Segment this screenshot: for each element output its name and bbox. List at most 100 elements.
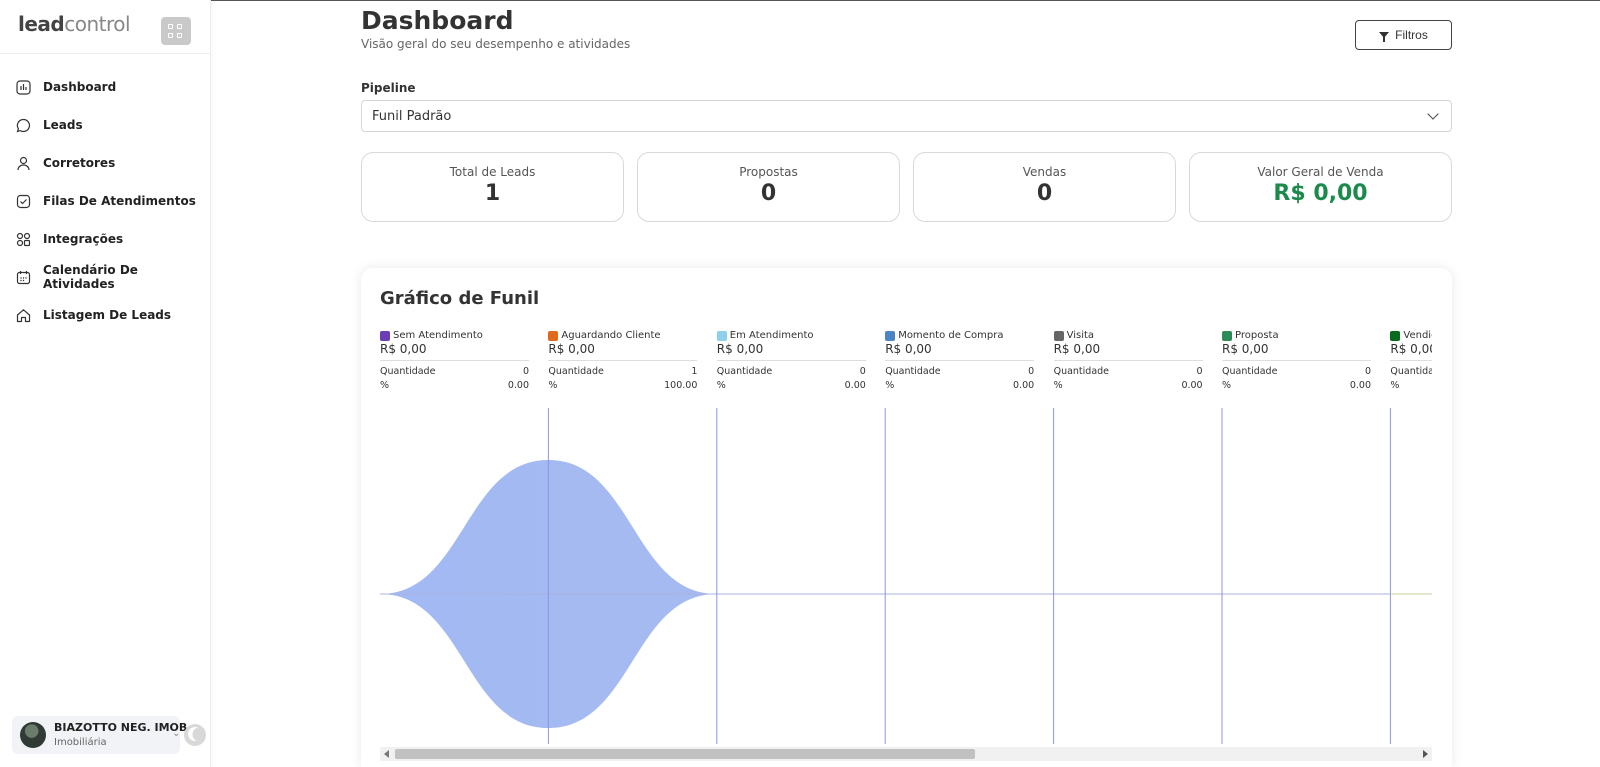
sidebar-item-leads[interactable]: Leads — [0, 106, 211, 144]
app-logo[interactable]: leadcontrol — [18, 12, 131, 36]
filters-button[interactable]: Filtros — [1355, 20, 1452, 50]
sidebar-item-label: Dashboard — [43, 80, 117, 94]
sidebar-item-calendario[interactable]: Calendário De Atividades — [0, 258, 211, 296]
user-menu[interactable]: BIAZOTTO NEG. IMOB Imobiliária ⌄ — [12, 716, 187, 754]
sidebar-item-label: Corretores — [43, 156, 116, 170]
percent-label: % — [716, 380, 726, 391]
legend-swatch — [885, 330, 896, 341]
calendar-icon — [16, 270, 31, 285]
percent-value: 0.00 — [1013, 380, 1035, 391]
stage-header: Em Atendimento — [716, 330, 866, 341]
stat-card-total-leads: Total de Leads 1 — [361, 152, 624, 222]
stage-header: Momento de Compra — [885, 330, 1034, 341]
quantity-label: Quantidade — [380, 366, 436, 377]
quantity-value: 0 — [1364, 366, 1371, 377]
percent-value: 100.00 — [664, 380, 698, 391]
quantity-value: 1 — [691, 366, 698, 377]
stage-quantity-row: Quantidade 0 — [885, 366, 1034, 377]
stage-name: Aguardando Cliente — [561, 330, 661, 341]
quantity-value: 0 — [1028, 366, 1035, 377]
legend-swatch — [1053, 330, 1064, 341]
sidebar-nav: Dashboard Leads Corretores Filas De Aten… — [0, 68, 211, 334]
quantity-label: Quantidade — [548, 366, 604, 377]
stage-name: Sem Atendimento — [393, 330, 483, 341]
legend-swatch — [716, 330, 727, 341]
stage-amount: R$ 0,00 — [716, 342, 764, 356]
grid-icon — [177, 24, 182, 29]
stage-quantity-row: Quantidade 0 — [717, 366, 866, 377]
horizontal-scrollbar[interactable] — [380, 747, 1432, 761]
stage-percent-row: %0.00 — [1054, 380, 1203, 391]
grid-icon — [177, 33, 182, 38]
stage-name: Momento de Compra — [898, 330, 1004, 341]
sidebar-item-listagem[interactable]: Listagem De Leads — [0, 296, 211, 334]
chat-bubble-icon — [16, 118, 31, 133]
funnel-chart — [380, 408, 1432, 744]
stage-quantity-row: Quantidade 0 — [1222, 366, 1371, 377]
percent-label: % — [885, 380, 895, 391]
sidebar-item-filas[interactable]: Filas De Atendimentos — [0, 182, 211, 220]
grid-icon — [168, 24, 173, 29]
logo-row: leadcontrol — [0, 0, 211, 54]
percent-label: % — [1222, 380, 1232, 391]
stage-percent-row: %0.00 — [1390, 380, 1432, 391]
top-border — [0, 0, 1600, 1]
stage-amount: R$ 0,00 — [885, 342, 932, 356]
pipeline-select[interactable]: Funil Padrão — [361, 100, 1452, 132]
stat-card-propostas: Propostas 0 — [637, 152, 900, 222]
stat-label: Total de Leads — [449, 165, 536, 179]
chevron-down-icon: ⌄ — [172, 728, 181, 739]
user-icon — [16, 156, 31, 171]
sidebar-item-corretores[interactable]: Corretores — [0, 144, 211, 182]
quantity-value: 0 — [859, 366, 866, 377]
stat-value: R$ 0,00 — [1273, 181, 1368, 206]
stat-label: Vendas — [1022, 165, 1067, 179]
legend-swatch — [548, 330, 559, 341]
stage-divider — [1053, 360, 1203, 361]
stage-divider — [380, 360, 529, 361]
sidebar-item-label: Leads — [43, 118, 83, 132]
stage-header: Aguardando Cliente — [548, 330, 697, 341]
stage-amount: R$ 0,00 — [380, 342, 427, 356]
stage-name: Visita — [1066, 330, 1095, 341]
stage-quantity-row: Quantidade0 — [1390, 366, 1432, 377]
apps-grid-button[interactable] — [161, 17, 191, 45]
stage-header: Sem Atendimento — [380, 330, 529, 341]
check-square-icon — [16, 194, 31, 209]
legend-swatch — [1222, 330, 1232, 341]
stage-amount: R$ 0,00 — [1222, 342, 1269, 356]
stage-percent-row: % 0.00 — [380, 380, 529, 391]
scroll-right-icon[interactable] — [1423, 750, 1428, 758]
stat-value: 0 — [1036, 181, 1053, 206]
funnel-stage: Momento de Compra R$ 0,00 Quantidade 0% 0.00 — [885, 330, 1035, 391]
stage-name: Proposta — [1235, 330, 1279, 341]
stat-value: 0 — [760, 181, 777, 206]
stage-name: Vendido — [1403, 330, 1432, 341]
quantity-label: Quantidade — [716, 366, 773, 377]
chart-bars-icon — [16, 79, 31, 95]
quantity-value: 0 — [1196, 366, 1203, 377]
scroll-left-icon[interactable] — [384, 750, 389, 758]
stage-quantity-row: Quantidade 1 — [548, 366, 697, 377]
dark-mode-toggle[interactable] — [184, 724, 206, 746]
percent-label: % — [380, 380, 390, 391]
stage-amount: R$ 0,00 — [1390, 342, 1432, 356]
stat-value: 1 — [484, 181, 501, 206]
user-name: BIAZOTTO NEG. IMOB — [54, 721, 188, 734]
sidebar-item-label: Filas De Atendimentos — [43, 194, 196, 208]
quantity-label: Quantidade — [885, 366, 941, 377]
pipeline-selected-value: Funil Padrão — [372, 109, 452, 124]
quantity-label: Quantidade — [1222, 366, 1278, 377]
filters-button-label: Filtros — [1395, 28, 1428, 42]
legend-swatch — [1390, 330, 1401, 341]
sidebar-item-integracoes[interactable]: Integrações — [0, 220, 211, 258]
sidebar-item-dashboard[interactable]: Dashboard — [0, 68, 211, 106]
scrollbar-thumb[interactable] — [395, 749, 975, 759]
stage-divider — [1222, 360, 1371, 361]
stat-label: Valor Geral de Venda — [1257, 165, 1384, 179]
funnel-stage: Proposta R$ 0,00 Quantidade 0% 0.00 — [1222, 330, 1371, 391]
stage-divider — [548, 360, 698, 361]
percent-value: 0.00 — [507, 380, 529, 391]
funnel-stage: Em Atendimento R$ 0,00 Quantidade 0% 0.00 — [716, 330, 866, 391]
stage-header: Proposta — [1222, 330, 1371, 341]
